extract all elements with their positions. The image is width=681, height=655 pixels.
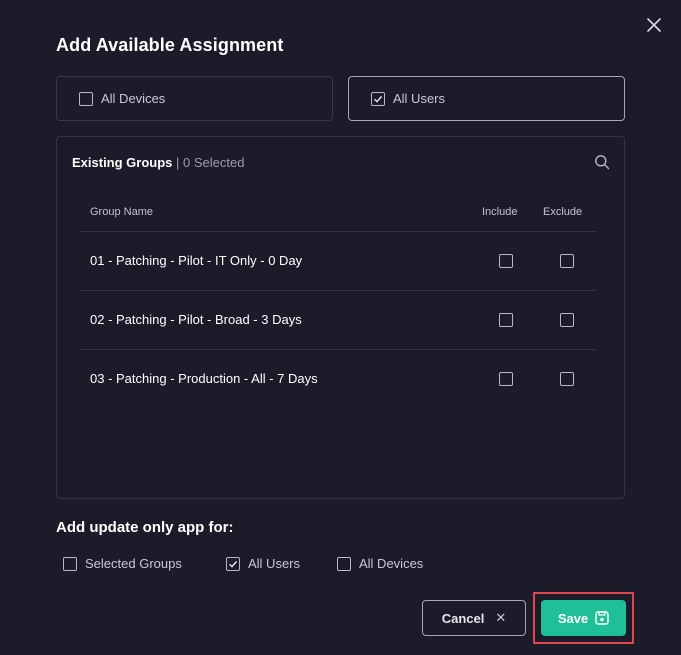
close-button[interactable] — [643, 14, 665, 36]
dialog-title: Add Available Assignment — [56, 35, 284, 55]
table-row: 02 - Patching - Pilot - Broad - 3 Days — [79, 290, 596, 349]
column-exclude: Exclude — [543, 206, 583, 218]
column-include: Include — [482, 206, 518, 218]
option-label: Selected Groups — [85, 556, 182, 571]
target-label: All Devices — [101, 91, 166, 106]
save-label: Save — [557, 610, 589, 626]
group-name: 02 - Patching - Pilot - Broad - 3 Days — [90, 312, 302, 327]
option-all-devices[interactable]: All Devices — [337, 556, 423, 571]
save-button[interactable]: Save — [541, 600, 626, 636]
option-selected-groups[interactable]: Selected Groups — [63, 556, 182, 571]
all-devices-update-checkbox[interactable] — [337, 556, 351, 571]
exclude-checkbox[interactable] — [560, 372, 574, 386]
option-all-users[interactable]: All Users — [226, 556, 300, 571]
selected-groups-checkbox[interactable] — [63, 556, 77, 571]
close-icon — [647, 18, 661, 32]
all-devices-checkbox[interactable] — [79, 91, 93, 106]
search-button[interactable] — [594, 154, 612, 172]
column-group-name: Group Name — [90, 206, 153, 218]
include-checkbox[interactable] — [499, 254, 513, 268]
save-icon — [595, 611, 609, 625]
include-checkbox[interactable] — [499, 372, 513, 386]
target-all-devices[interactable]: All Devices — [56, 76, 333, 121]
selected-count: 0 Selected — [183, 155, 245, 170]
search-icon — [595, 155, 610, 170]
option-label: All Devices — [359, 556, 424, 571]
exclude-checkbox[interactable] — [560, 254, 574, 268]
add-assignment-dialog: Add Available Assignment All Devices All… — [0, 0, 681, 655]
existing-groups-panel: Existing Groups | 0 Selected Group Name … — [56, 136, 625, 499]
cancel-button[interactable]: Cancel ✕ — [422, 600, 526, 636]
target-label: All Users — [393, 91, 446, 106]
groups-header: Existing Groups | 0 Selected — [72, 155, 244, 170]
groups-separator: | — [172, 155, 184, 170]
group-name: 03 - Patching - Production - All - 7 Day… — [90, 371, 318, 386]
group-name: 01 - Patching - Pilot - IT Only - 0 Day — [90, 253, 303, 268]
update-only-title: Add update only app for: — [56, 519, 234, 536]
exclude-checkbox[interactable] — [560, 313, 574, 327]
table-row: 03 - Patching - Production - All - 7 Day… — [79, 349, 596, 408]
cancel-label: Cancel — [441, 610, 485, 626]
all-users-update-checkbox[interactable] — [226, 556, 240, 571]
table-row: 01 - Patching - Pilot - IT Only - 0 Day — [79, 231, 596, 290]
include-checkbox[interactable] — [499, 313, 513, 327]
target-all-users[interactable]: All Users — [348, 76, 625, 121]
x-icon: ✕ — [495, 610, 507, 625]
groups-title: Existing Groups — [72, 155, 173, 170]
all-users-checkbox[interactable] — [371, 91, 385, 106]
check-icon — [229, 560, 238, 568]
groups-table: 01 - Patching - Pilot - IT Only - 0 Day … — [79, 231, 596, 408]
check-icon — [374, 95, 383, 103]
option-label: All Users — [248, 556, 301, 571]
